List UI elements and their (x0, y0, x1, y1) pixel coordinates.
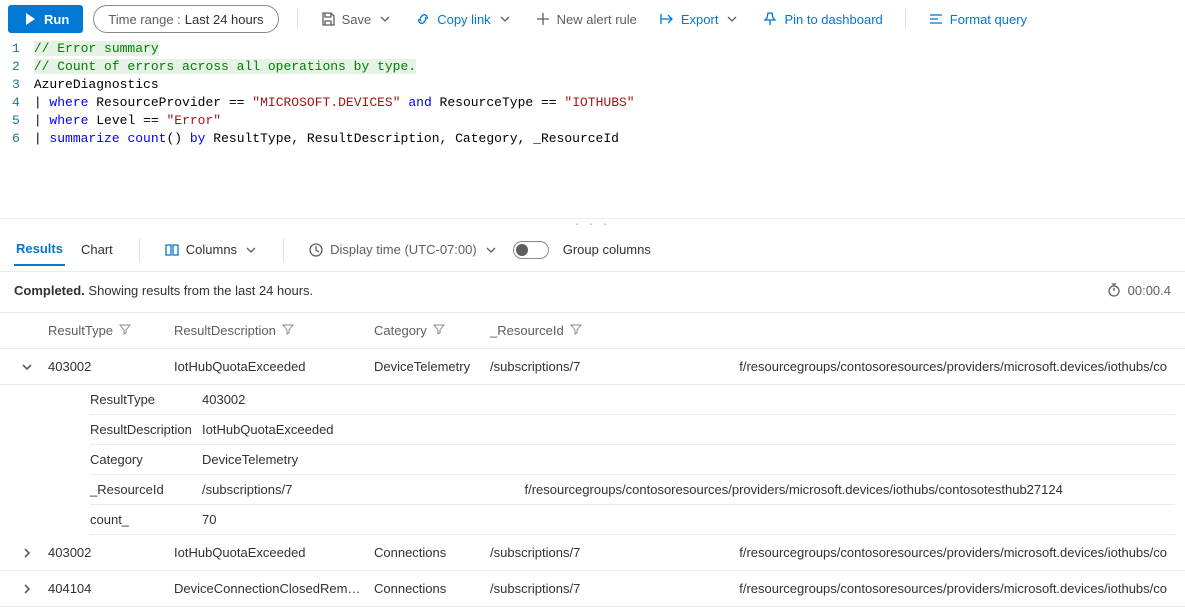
separator (297, 9, 298, 29)
timer-value: 00:00.4 (1128, 283, 1171, 298)
column-header[interactable]: ResultType (44, 315, 170, 346)
cell-ResultType: 403002 (44, 537, 170, 568)
time-range-picker[interactable]: Time range : Last 24 hours (93, 5, 278, 33)
cell-_ResourceId: /subscriptions/7f/resourcegroups/contoso… (486, 351, 1175, 382)
collapse-icon[interactable] (10, 361, 44, 373)
stopwatch-icon (1106, 282, 1122, 298)
chevron-down-icon (483, 242, 499, 258)
chevron-down-icon (724, 11, 740, 27)
results-grid: ResultTypeResultDescriptionCategory_Reso… (0, 312, 1185, 607)
chevron-down-icon (497, 11, 513, 27)
cell-_ResourceId: /subscriptions/7f/resourcegroups/contoso… (486, 573, 1175, 604)
clock-icon (308, 242, 324, 258)
chevron-down-icon (243, 242, 259, 258)
separator (283, 238, 284, 262)
play-icon (22, 11, 38, 27)
copy-link-button[interactable]: Copy link (405, 5, 522, 33)
export-icon (659, 11, 675, 27)
time-range-value: Last 24 hours (185, 12, 264, 27)
format-icon (928, 11, 944, 27)
editor-gutter: 123456 (6, 40, 34, 148)
row-detail: ResultType403002ResultDescriptionIotHubQ… (0, 385, 1185, 535)
cell-ResultDescription: IotHubQuotaExceeded (170, 537, 370, 568)
detail-row: ResultType403002 (90, 385, 1175, 415)
chevron-down-icon (377, 11, 393, 27)
editor-content[interactable]: // Error summary// Count of errors acros… (34, 40, 1185, 148)
filter-icon[interactable] (433, 323, 445, 338)
grid-header: ResultTypeResultDescriptionCategory_Reso… (0, 313, 1185, 349)
display-time-picker[interactable]: Display time (UTC-07:00) (308, 236, 499, 264)
detail-row: count_70 (90, 505, 1175, 535)
new-alert-button[interactable]: New alert rule (525, 5, 647, 33)
status-bar: Completed. Showing results from the last… (0, 272, 1185, 312)
cell-Category: Connections (370, 573, 486, 604)
run-label: Run (44, 12, 69, 27)
group-columns-label: Group columns (563, 242, 651, 257)
columns-picker[interactable]: Columns (164, 236, 259, 264)
table-row[interactable]: 403002IotHubQuotaExceededDeviceTelemetry… (0, 349, 1185, 385)
link-icon (415, 11, 431, 27)
save-icon (320, 11, 336, 27)
cell-ResultType: 404104 (44, 573, 170, 604)
detail-row: CategoryDeviceTelemetry (90, 445, 1175, 475)
columns-icon (164, 242, 180, 258)
column-header[interactable]: ResultDescription (170, 315, 370, 346)
filter-icon[interactable] (570, 323, 582, 338)
column-header[interactable]: Category (370, 315, 486, 346)
tab-chart[interactable]: Chart (79, 234, 115, 265)
save-button[interactable]: Save (310, 5, 404, 33)
cell-Category: Connections (370, 537, 486, 568)
column-header[interactable]: _ResourceId (486, 315, 1175, 346)
run-button[interactable]: Run (8, 5, 83, 33)
pin-to-dashboard-button[interactable]: Pin to dashboard (752, 5, 892, 33)
status-completed: Completed. (14, 283, 85, 298)
query-timer: 00:00.4 (1106, 282, 1171, 298)
plus-icon (535, 11, 551, 27)
time-range-label: Time range : (108, 12, 181, 27)
pin-icon (762, 11, 778, 27)
filter-icon[interactable] (119, 323, 131, 338)
separator (139, 238, 140, 262)
results-panel-bar: Results Chart Columns Display time (UTC-… (0, 228, 1185, 272)
group-columns-toggle[interactable] (513, 241, 549, 259)
separator (905, 9, 906, 29)
cell-_ResourceId: /subscriptions/7f/resourcegroups/contoso… (486, 537, 1175, 568)
status-message: Showing results from the last 24 hours. (88, 283, 313, 298)
pane-splitter[interactable]: · · · (0, 218, 1185, 228)
format-query-button[interactable]: Format query (918, 5, 1037, 33)
table-row[interactable]: 403002IotHubQuotaExceededConnections/sub… (0, 535, 1185, 571)
export-button[interactable]: Export (649, 5, 751, 33)
query-editor[interactable]: 123456 // Error summary// Count of error… (0, 40, 1185, 218)
detail-row: _ResourceId/subscriptions/7f/resourcegro… (90, 475, 1175, 505)
expand-icon[interactable] (10, 583, 44, 595)
table-row[interactable]: 404104DeviceConnectionClosedRemotelyConn… (0, 571, 1185, 607)
filter-icon[interactable] (282, 323, 294, 338)
query-toolbar: Run Time range : Last 24 hours Save Copy… (0, 0, 1185, 40)
tab-results[interactable]: Results (14, 233, 65, 266)
cell-Category: DeviceTelemetry (370, 351, 486, 382)
cell-ResultDescription: DeviceConnectionClosedRemotely (170, 573, 370, 604)
detail-row: ResultDescriptionIotHubQuotaExceeded (90, 415, 1175, 445)
cell-ResultType: 403002 (44, 351, 170, 382)
cell-ResultDescription: IotHubQuotaExceeded (170, 351, 370, 382)
expand-icon[interactable] (10, 547, 44, 559)
